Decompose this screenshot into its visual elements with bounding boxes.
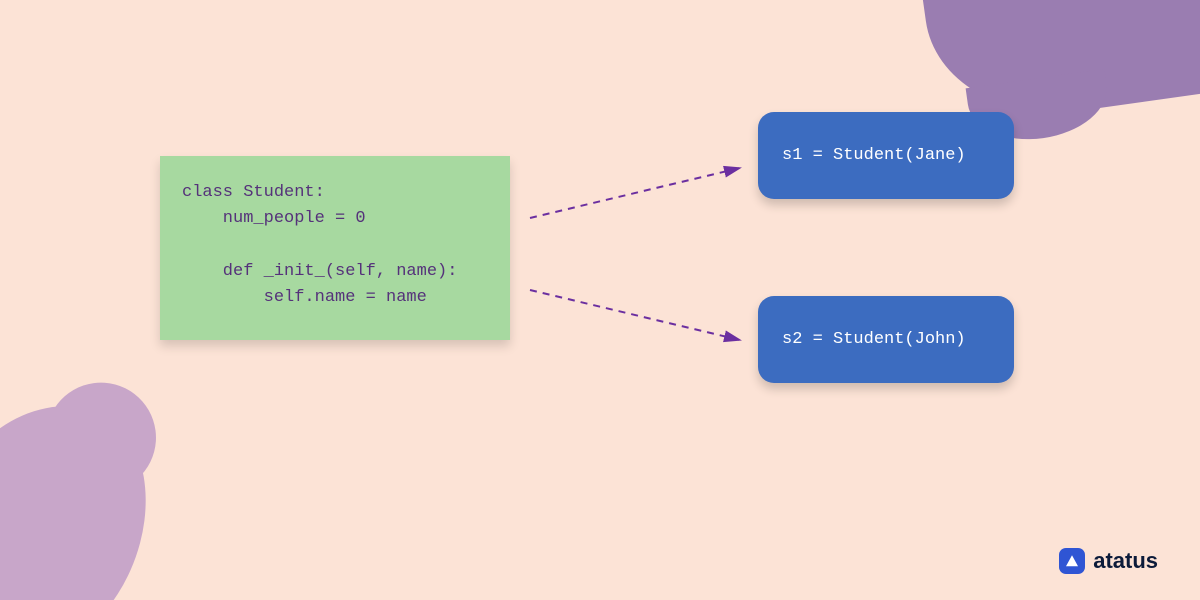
instance-box-s1: s1 = Student(Jane) — [758, 112, 1014, 199]
instance-box-s2: s2 = Student(John) — [758, 296, 1014, 383]
decor-blob-bottom-left — [0, 379, 170, 600]
code-line-4: def _init_(self, name): — [182, 262, 457, 281]
instance-code-s2: s2 = Student(John) — [782, 330, 966, 349]
code-line-2: num_people = 0 — [182, 209, 366, 228]
code-line-5: self.name = name — [182, 288, 427, 307]
arrow-to-s1 — [530, 168, 740, 218]
brand-logo: atatus — [1059, 548, 1158, 574]
instance-code-s1: s1 = Student(Jane) — [782, 146, 966, 165]
arrow-to-s2 — [530, 290, 740, 340]
class-definition-code: class Student: num_people = 0 def _init_… — [160, 156, 510, 340]
code-line-1: class Student: — [182, 183, 325, 202]
brand-name: atatus — [1093, 548, 1158, 574]
brand-logo-icon — [1059, 548, 1085, 574]
decor-blob-top-right — [922, 0, 1200, 130]
